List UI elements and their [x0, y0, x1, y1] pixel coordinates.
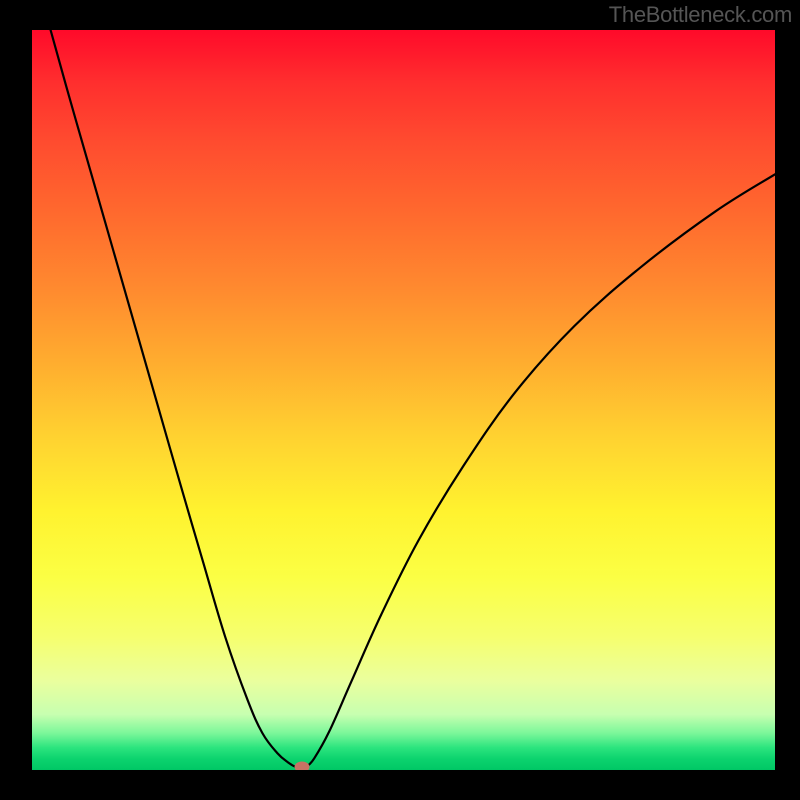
bottleneck-curve: [51, 30, 775, 769]
optimum-marker: [294, 762, 309, 770]
curve-svg: [32, 30, 775, 770]
plot-area: [32, 30, 775, 770]
watermark: TheBottleneck.com: [609, 2, 792, 28]
